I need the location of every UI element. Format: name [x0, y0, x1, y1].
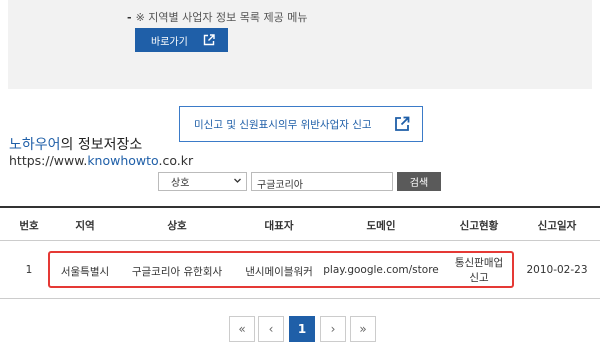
notice-dash: - [127, 11, 132, 24]
header-representative: 대표자 [264, 220, 294, 232]
report-violation-button[interactable]: 미신고 및 신원표시의무 위반사업자 신고 [179, 106, 423, 142]
watermark-url-brand: knowhowto [87, 153, 159, 168]
highlight-box [48, 251, 514, 288]
table-row-border [0, 298, 600, 299]
cell-date: 2010-02-23 [526, 264, 588, 276]
notice-message: ※ 지역별 사업자 정보 목록 제공 메뉴 [135, 11, 308, 24]
notice-text: - ※ 지역별 사업자 정보 목록 제공 메뉴 [127, 9, 307, 25]
report-button-label: 미신고 및 신원표시의무 위반사업자 신고 [194, 118, 372, 131]
go-button[interactable]: 바로가기 [135, 28, 228, 52]
external-link-icon [203, 34, 215, 49]
chevron-down-icon [233, 176, 242, 188]
header-company: 상호 [167, 220, 187, 232]
header-status: 신고현황 [459, 220, 499, 232]
search-field-select[interactable]: 상호 [158, 172, 247, 191]
watermark-url-prefix: https://www. [9, 153, 88, 168]
header-date: 신고일자 [537, 220, 577, 232]
table-top-border [0, 206, 600, 208]
page-next-button[interactable]: › [320, 316, 346, 342]
page-current-button[interactable]: 1 [289, 316, 315, 342]
header-no: 번호 [19, 220, 39, 232]
watermark-title: 의 정보저장소 [60, 137, 143, 153]
cell-no: 1 [25, 264, 33, 276]
search-button[interactable]: 검색 [397, 172, 441, 191]
page-first-button[interactable]: « [229, 316, 255, 342]
table-header-border [0, 240, 600, 241]
watermark: 노하우어의 정보저장소 https://www.knowhowto.co.kr [9, 137, 193, 169]
search-input[interactable]: 구글코리아 [251, 172, 393, 191]
watermark-url-suffix: .co.kr [158, 153, 194, 168]
go-button-label: 바로가기 [151, 36, 188, 48]
page-last-button[interactable]: » [350, 316, 376, 342]
search-field-value: 상호 [171, 178, 190, 189]
external-link-icon [394, 116, 410, 135]
header-region: 지역 [75, 220, 95, 232]
header-domain: 도메인 [366, 220, 396, 232]
watermark-brand: 노하우어 [9, 137, 61, 153]
page-prev-button[interactable]: ‹ [258, 316, 284, 342]
